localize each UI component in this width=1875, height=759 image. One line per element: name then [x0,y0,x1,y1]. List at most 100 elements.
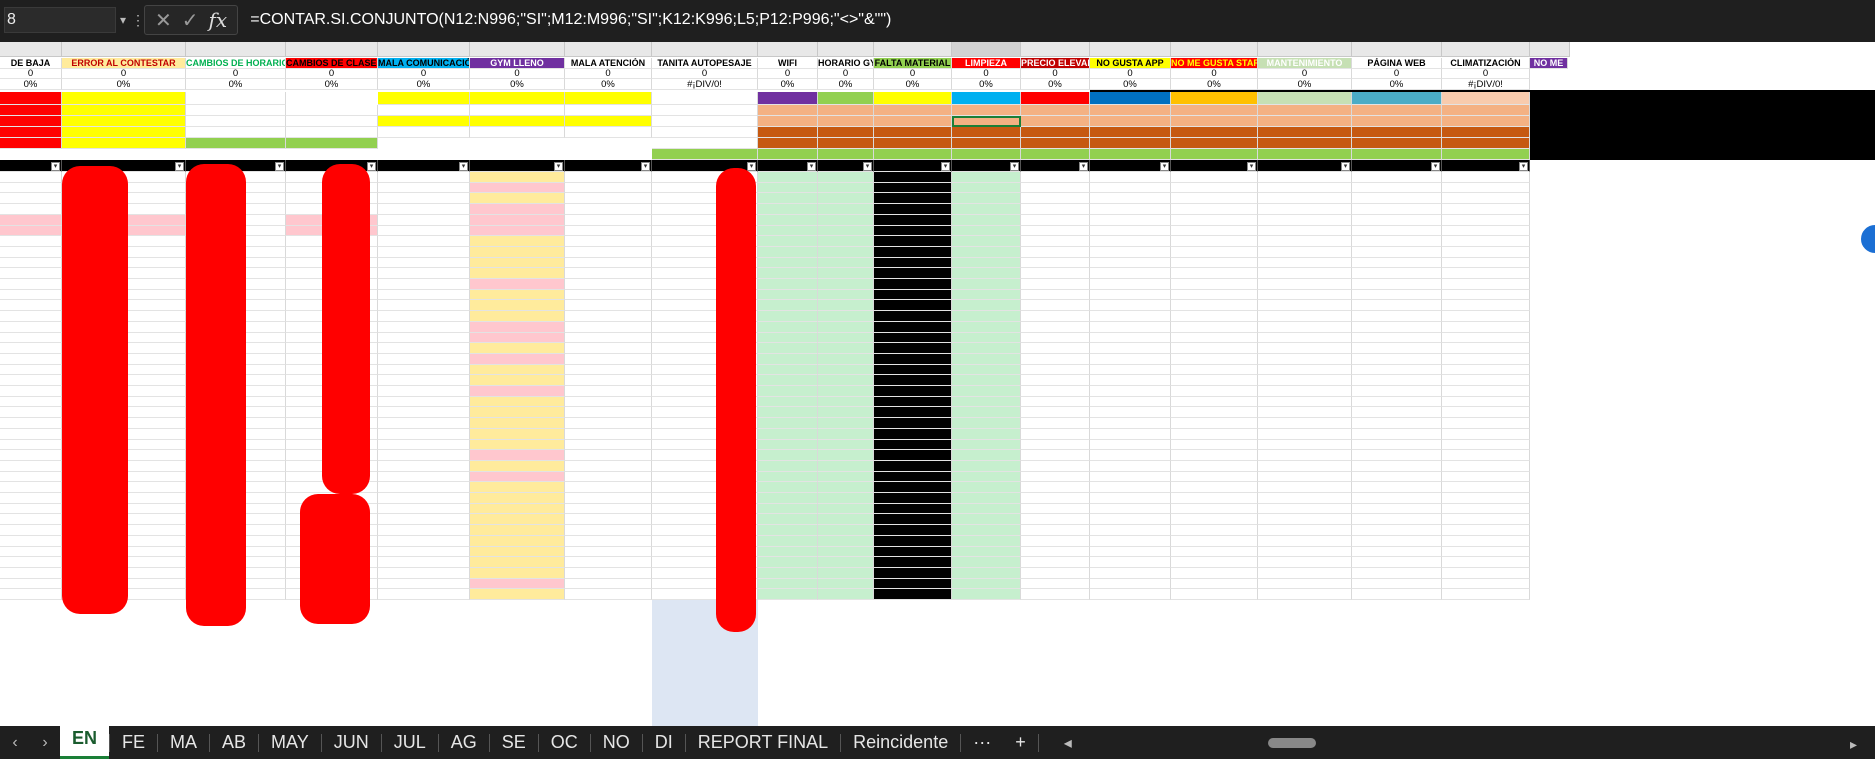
category-count[interactable]: 0 [874,69,952,79]
tab-next-icon[interactable]: › [30,734,60,752]
row-sms-ctd[interactable] [818,397,874,407]
row-empty[interactable] [1021,311,1090,322]
row-tipo[interactable] [470,525,565,536]
row-tipo[interactable] [470,482,565,493]
row-puntuacion[interactable] [565,300,652,311]
row-empty[interactable] [1442,236,1530,247]
spreadsheet-grid[interactable]: DE BAJA ERROR AL CONTESTAR CAMBIOS DE HORA… [0,42,1875,726]
row-id[interactable] [0,557,62,568]
category-count[interactable]: 0 [1352,69,1442,79]
row-tecnico[interactable] [874,300,952,311]
row-sms[interactable] [758,354,818,365]
row-sms[interactable] [758,514,818,525]
status-activos[interactable] [0,127,62,138]
detractors-label[interactable] [62,105,186,116]
tab-oc[interactable]: OC [539,726,590,759]
category-pct[interactable]: 0% [1258,79,1352,90]
column-header-M[interactable] [1021,42,1090,57]
staff-count[interactable] [1352,138,1442,149]
row-sms[interactable] [758,172,818,183]
table-header[interactable] [565,160,652,172]
row-tipo[interactable] [470,354,565,365]
staff-count[interactable] [952,127,1021,138]
row-dia[interactable] [378,193,470,204]
row-sms[interactable] [758,536,818,547]
row-id[interactable] [0,333,62,343]
category-header[interactable]: MALA COMUNICACIÓN [378,58,470,69]
staff-count[interactable] [1442,138,1530,149]
staff-count[interactable] [758,105,818,116]
row-tipo[interactable] [470,386,565,397]
row-tipo[interactable] [470,365,565,375]
row-empty[interactable] [1442,482,1530,493]
nps-label[interactable] [62,138,186,149]
row-id[interactable] [0,215,62,226]
row-empty[interactable] [1352,290,1442,300]
column-header-O[interactable] [1171,42,1258,57]
staff-count[interactable] [758,127,818,138]
row-empty[interactable] [1258,429,1352,440]
row-tipo[interactable] [470,322,565,333]
row-sms[interactable] [758,472,818,482]
name-box[interactable]: 8 [4,7,116,33]
row-id[interactable] [0,172,62,183]
staff-pct[interactable] [1021,149,1090,160]
row-sms[interactable] [758,236,818,247]
row-sms[interactable] [758,247,818,258]
row-estatus[interactable] [952,589,1021,600]
row-empty[interactable] [1442,354,1530,365]
row-empty[interactable] [1258,258,1352,268]
row-tipo[interactable] [470,247,565,258]
row-empty[interactable] [1442,407,1530,418]
row-empty[interactable] [1090,547,1171,557]
row-sms-ctd[interactable] [818,290,874,300]
row-tipo[interactable] [470,547,565,557]
staff-name[interactable] [1021,92,1090,105]
row-empty[interactable] [1021,493,1090,504]
filter-dropdown-icon[interactable]: ▾ [863,162,872,171]
row-estatus[interactable] [952,236,1021,247]
table-header[interactable] [1090,160,1171,172]
pct-calls-value[interactable] [378,127,470,138]
row-empty[interactable] [1090,247,1171,258]
row-empty[interactable] [1442,429,1530,440]
row-tipo[interactable] [470,440,565,450]
scroll-right-icon[interactable]: ▸ [1850,736,1857,753]
row-empty[interactable] [1258,472,1352,482]
passives-label[interactable] [62,116,186,127]
row-dia[interactable] [378,215,470,226]
staff-count[interactable] [1090,105,1171,116]
month-label[interactable] [0,92,62,105]
category-header[interactable]: DE BAJA [0,58,62,69]
category-header[interactable]: LIMPIEZA [952,58,1021,69]
row-empty[interactable] [1352,482,1442,493]
row-estatus[interactable] [952,461,1021,472]
row-dia[interactable] [378,300,470,311]
row-empty[interactable] [1258,407,1352,418]
contacted-label[interactable] [470,92,565,105]
filter-dropdown-icon[interactable]: ▾ [1431,162,1440,171]
staff-count[interactable] [1021,116,1090,127]
row-puntuacion[interactable] [565,536,652,547]
row-empty[interactable] [1352,354,1442,365]
staff-count[interactable] [1352,105,1442,116]
row-dia[interactable] [378,375,470,386]
staff-name[interactable] [874,92,952,105]
filter-dropdown-icon[interactable]: ▾ [367,162,376,171]
row-empty[interactable] [1258,247,1352,258]
row-empty[interactable] [1171,183,1258,193]
row-estatus[interactable] [952,386,1021,397]
row-dia[interactable] [378,354,470,365]
row-empty[interactable] [1258,482,1352,493]
row-estatus[interactable] [952,375,1021,386]
row-estatus[interactable] [952,493,1021,504]
row-id[interactable] [0,343,62,354]
row-tecnico[interactable] [874,268,952,279]
row-empty[interactable] [1090,204,1171,215]
category-count[interactable]: 0 [378,69,470,79]
row-empty[interactable] [1171,579,1258,589]
row-tecnico[interactable] [874,290,952,300]
category-count[interactable]: 0 [0,69,62,79]
row-tecnico[interactable] [874,172,952,183]
cancel-icon[interactable]: ✕ [155,8,172,33]
